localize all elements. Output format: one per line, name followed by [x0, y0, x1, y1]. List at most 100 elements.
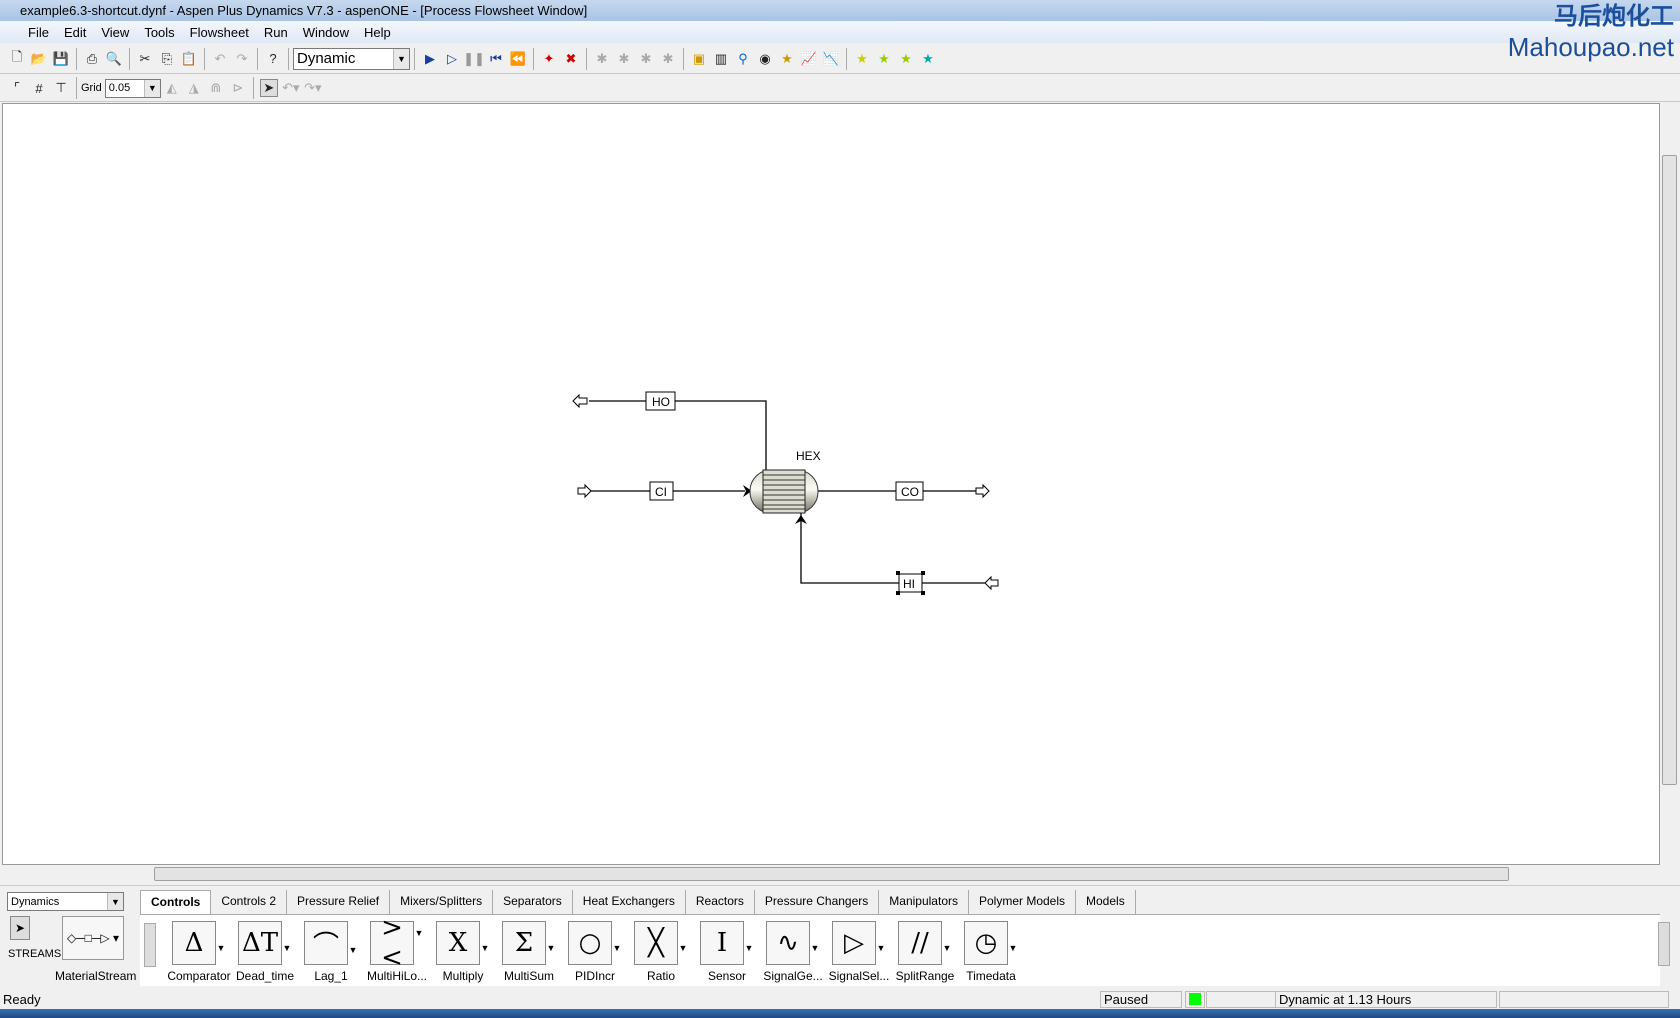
menu-tools[interactable]: Tools [144, 25, 174, 40]
menu-edit[interactable]: Edit [64, 25, 86, 40]
tab-separators[interactable]: Separators [493, 890, 573, 914]
chevron-down-icon[interactable]: ▼ [612, 943, 622, 953]
help-pointer-icon[interactable]: ? [264, 50, 282, 68]
tab-pressure-changers[interactable]: Pressure Changers [755, 890, 880, 914]
align-icon[interactable]: ⌜ [8, 79, 26, 97]
snapshot-take-icon[interactable]: ✱ [637, 50, 655, 68]
material-stream-button[interactable]: ◇─□─▷ ▾ [62, 916, 124, 960]
grid-icon[interactable]: # [30, 79, 48, 97]
save-icon[interactable]: 💾 [52, 50, 70, 68]
rotate-icon[interactable]: ◮ [185, 79, 203, 97]
chevron-down-icon[interactable]: ▼ [414, 928, 424, 938]
library-select[interactable]: Dynamics ▼ [7, 892, 124, 911]
menu-flowsheet[interactable]: Flowsheet [190, 25, 249, 40]
step-icon[interactable]: ▷ [443, 50, 461, 68]
run-mode-select[interactable]: Dynamic ▼ [293, 47, 410, 70]
menu-help[interactable]: Help [364, 25, 391, 40]
stream-label-ci[interactable]: CI [649, 481, 674, 501]
model-multihilo[interactable]: ><▼ MultiHiLo... [364, 913, 430, 983]
model-sensor[interactable]: I ▼ Sensor [694, 921, 760, 983]
model-comparator[interactable]: Δ ▼ Comparator [166, 921, 232, 983]
rewind-icon[interactable]: ⏪ [509, 50, 527, 68]
menu-run[interactable]: Run [264, 25, 288, 40]
scroll-left-button[interactable] [144, 923, 156, 967]
library-icon[interactable]: ▥ [712, 50, 730, 68]
model-lag-1[interactable]: ⌒ ▼ Lag_1 [298, 921, 364, 983]
flowsheet-canvas[interactable]: HEX HO CI CO HI [2, 103, 1660, 865]
find-icon[interactable]: ⚲ [734, 50, 752, 68]
grid-size-select[interactable]: 0.05 ▼ [104, 78, 161, 98]
model-signalsel[interactable]: ▷ ▼ SignalSel... [826, 921, 892, 983]
stream-label-hi[interactable]: HI [896, 571, 925, 595]
chevron-down-icon[interactable]: ▼ [942, 943, 952, 953]
plot-icon[interactable]: 📈 [800, 50, 818, 68]
copy-icon[interactable]: ⎘ [158, 50, 176, 68]
print-preview-icon[interactable]: 🔍 [105, 50, 123, 68]
paste-icon[interactable]: 📋 [180, 50, 198, 68]
tab-controls[interactable]: Controls [140, 890, 212, 914]
chevron-down-icon[interactable]: ▼ [348, 945, 358, 955]
chevron-down-icon[interactable]: ▼ [282, 943, 292, 953]
star-icon[interactable]: ★ [853, 50, 871, 68]
cut-icon[interactable]: ✂ [136, 50, 154, 68]
tab-manipulators[interactable]: Manipulators [879, 890, 969, 914]
stream-label-ho[interactable]: HO [645, 391, 676, 411]
menu-window[interactable]: Window [303, 25, 349, 40]
flip-icon[interactable]: ⊳ [229, 79, 247, 97]
snapshot-restore-icon[interactable]: ✱ [659, 50, 677, 68]
star-icon[interactable]: ★ [919, 50, 937, 68]
scroll-thumb[interactable] [154, 867, 1509, 881]
tab-pressure-relief[interactable]: Pressure Relief [287, 890, 391, 914]
star-icon[interactable]: ★ [897, 50, 915, 68]
open-icon[interactable]: 📂 [30, 50, 48, 68]
vertical-scrollbar[interactable] [1660, 103, 1680, 865]
snapshot-manage-icon[interactable]: ✱ [615, 50, 633, 68]
explorer-icon[interactable]: ▣ [690, 50, 708, 68]
model-multisum[interactable]: Σ ▼ MultiSum [496, 921, 562, 983]
tab-heat-exchangers[interactable]: Heat Exchangers [573, 890, 686, 914]
hex-block[interactable] [749, 469, 819, 514]
chevron-down-icon[interactable]: ▼ [744, 943, 754, 953]
model-multiply[interactable]: X ▼ Multiply [430, 921, 496, 983]
undo-icon[interactable]: ↶▾ [282, 79, 300, 97]
tab-models[interactable]: Models [1076, 890, 1136, 914]
model-signalge[interactable]: ∿ ▼ SignalGe... [760, 921, 826, 983]
redo-icon[interactable]: ↷▾ [304, 79, 322, 97]
snap-icon[interactable]: ⊤ [52, 79, 70, 97]
redo-icon[interactable]: ↷ [233, 50, 251, 68]
scroll-thumb[interactable] [1662, 155, 1677, 785]
menu-view[interactable]: View [101, 25, 129, 40]
tab-polymer-models[interactable]: Polymer Models [969, 890, 1077, 914]
tab-reactors[interactable]: Reactors [686, 890, 755, 914]
tab-controls-2[interactable]: Controls 2 [211, 890, 288, 914]
check-icon[interactable]: ✦ [540, 50, 558, 68]
new-icon[interactable]: 🗋 [8, 49, 26, 68]
tab-mixers-splitters[interactable]: Mixers/Splitters [390, 890, 494, 914]
pause-icon[interactable]: ❚❚ [463, 50, 485, 68]
select-pointer-icon[interactable]: ➤ [10, 916, 30, 940]
chevron-down-icon[interactable]: ▼ [876, 943, 886, 953]
task-icon[interactable]: ★ [778, 50, 796, 68]
run-icon[interactable]: ▶ [421, 50, 439, 68]
model-splitrange[interactable]: //▼ SplitRange [892, 921, 958, 983]
model-pidincr[interactable]: ○ ▼ PIDIncr [562, 921, 628, 983]
flip-icon[interactable]: ⋒ [207, 79, 225, 97]
menu-file[interactable]: File [28, 25, 49, 40]
star-icon[interactable]: ★ [875, 50, 893, 68]
model-timedata[interactable]: ◷ ▼ Timedata [958, 921, 1024, 983]
chevron-down-icon[interactable]: ▼ [480, 943, 490, 953]
print-icon[interactable]: ⎙ [83, 50, 101, 68]
stream-label-co[interactable]: CO [895, 481, 924, 501]
horizontal-scrollbar[interactable] [2, 865, 1660, 883]
camera-icon[interactable]: ◉ [756, 50, 774, 68]
restart-icon[interactable]: ⏮ [487, 50, 505, 68]
model-ratio[interactable]: ╳ ▼ Ratio [628, 921, 694, 983]
undo-icon[interactable]: ↶ [211, 50, 229, 68]
chevron-down-icon[interactable]: ▼ [810, 943, 820, 953]
scroll-right-button[interactable] [1658, 922, 1670, 966]
chevron-down-icon[interactable]: ▼ [216, 943, 226, 953]
snapshot-icon[interactable]: ✱ [593, 50, 611, 68]
chevron-down-icon[interactable]: ▼ [678, 943, 688, 953]
model-dead-time[interactable]: ΔT ▼ Dead_time [232, 921, 298, 983]
rotate-icon[interactable]: ◭ [163, 79, 181, 97]
